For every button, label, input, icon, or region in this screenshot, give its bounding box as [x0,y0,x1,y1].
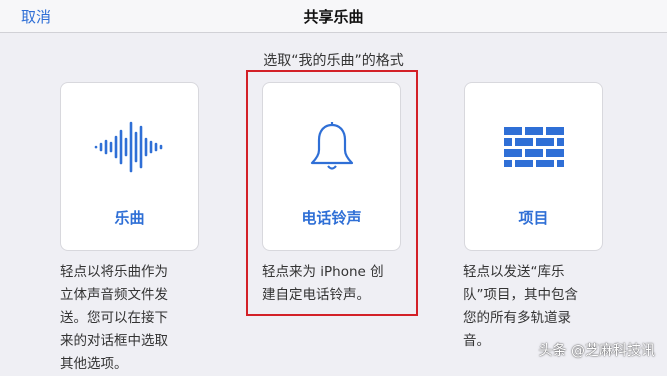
waveform-icon [61,119,198,175]
song-option-description: 轻点以将乐曲作为 立体声音频文件发 送。您可以在接下 来的对话框中选取 其他选项… [60,264,168,372]
watermark-text: 头条 @芝麻科技讯 [538,343,655,359]
song-option-card[interactable]: 乐曲 [60,82,199,251]
page-title: 共享乐曲 [303,8,364,26]
ringtone-option-label: 电话铃声 [301,209,362,227]
song-option-label: 乐曲 [114,209,145,227]
format-prompt: 选取“我的乐曲”的格式 [263,53,404,69]
watermark: 头条 @芝麻科技讯 [539,340,655,360]
project-option-label: 项目 [518,209,549,227]
ringtone-option-card[interactable]: 电话铃声 [262,82,401,251]
ringtone-option-description: 轻点来为 iPhone 创 建自定电话铃声。 [262,264,384,303]
navigation-bar: 取消 共享乐曲 [0,0,667,33]
brick-grid-icon [465,119,602,175]
bell-icon [263,119,400,175]
project-option-card[interactable]: 项目 [464,82,603,251]
